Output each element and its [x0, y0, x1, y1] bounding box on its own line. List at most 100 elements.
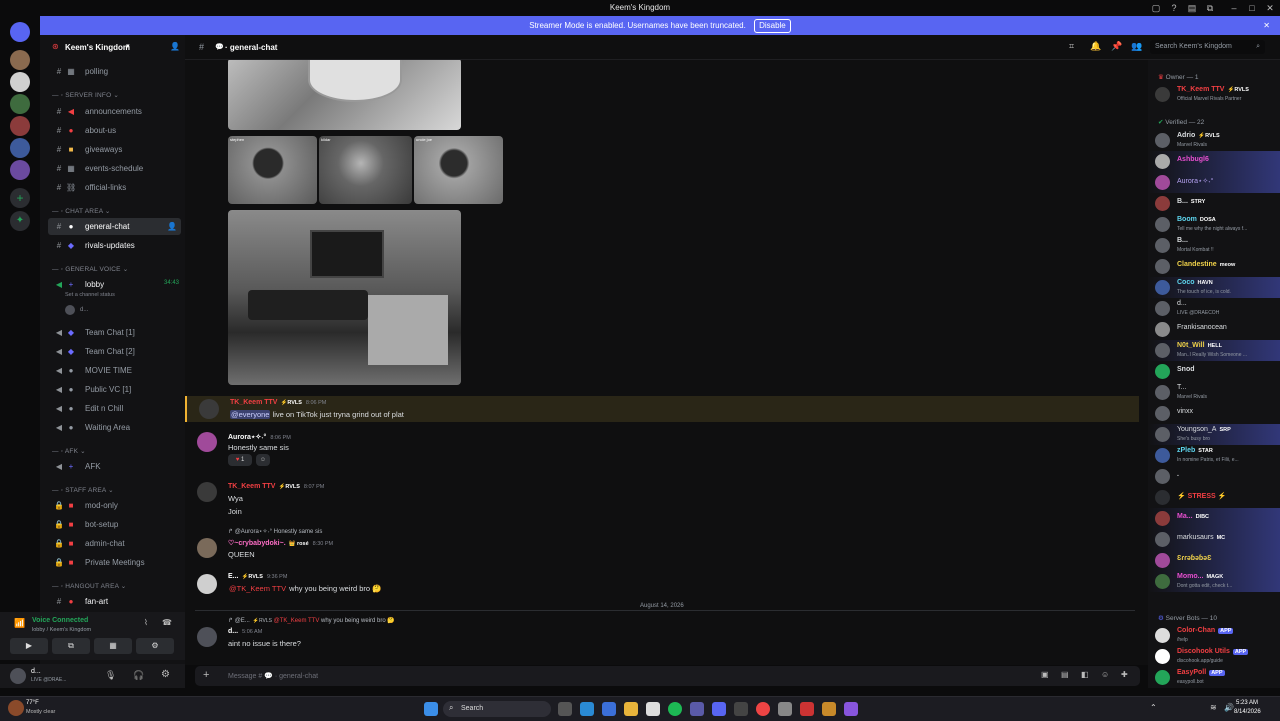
spotify-icon[interactable]	[668, 702, 682, 716]
channel-polling[interactable]: # ▦ polling	[40, 63, 185, 80]
category-chat-area[interactable]: — ◦ CHAT AREA ⌄	[52, 207, 111, 215]
webcam-image[interactable]: uncle joe	[414, 136, 503, 204]
member-item[interactable]: Color-Chan APP/help	[1148, 625, 1280, 646]
mention[interactable]: @TK_Keem TTV	[228, 584, 287, 593]
channel-bot-setup[interactable]: 🔒 ■ bot-setup	[40, 516, 185, 533]
notification-bell-icon[interactable]: 🔔	[1090, 41, 1101, 52]
settings-gear-icon[interactable]	[778, 702, 792, 716]
channel-events-schedule[interactable]: # ▦ events-schedule	[40, 160, 185, 177]
voice-location[interactable]: lobby / Keem's Kingdom	[32, 627, 91, 633]
member-item[interactable]: Frankisanocean	[1148, 319, 1280, 340]
member-item[interactable]: vinxx	[1148, 403, 1280, 424]
member-item[interactable]: Discohook Utils APP discohook.app/guide	[1148, 646, 1280, 667]
add-member-icon[interactable]: 👤	[170, 42, 180, 51]
server-icon[interactable]	[10, 160, 30, 180]
avatar[interactable]	[199, 399, 219, 419]
webcam-image[interactable]: stephen	[228, 136, 317, 204]
category-afk[interactable]: — ◦ AFK ⌄	[52, 447, 86, 455]
pin-icon[interactable]: 📌	[1111, 41, 1122, 52]
member-item[interactable]: Adrio ⚡RVLS Marvel Rivals	[1148, 130, 1280, 151]
windows-start-icon[interactable]	[424, 702, 438, 716]
chat-message[interactable]: TK_Keem TTV ⚡RVLS 8:07 PM Wya Join	[185, 480, 1137, 516]
mention[interactable]: @everyone	[230, 410, 271, 419]
wifi-icon[interactable]: ≋	[1210, 703, 1217, 712]
gif-icon[interactable]: ▤	[1061, 670, 1069, 679]
chat-message[interactable]: E... ⚡RVLS 9:36 PM @TK_Keem TTV why you be…	[185, 572, 1137, 598]
edge-icon[interactable]	[580, 702, 594, 716]
volume-icon[interactable]: 🔊	[1224, 703, 1234, 712]
plus-icon[interactable]: +	[203, 669, 209, 681]
reply-preview[interactable]: ↱ @E... ⚡RVLS @TK_Keem TTV why you being …	[228, 617, 395, 624]
help-icon[interactable]: ?	[1168, 2, 1180, 14]
member-item[interactable]: Coco HAVN The touch of ice, is cold.	[1148, 277, 1280, 298]
headphones-icon[interactable]: 🎧	[133, 670, 144, 681]
reply-preview[interactable]: ↱ @Aurora⋆✧˖° Honestly same sis	[228, 528, 322, 535]
calculator-icon[interactable]	[690, 702, 704, 716]
apps-icon[interactable]: ✚	[1121, 670, 1128, 679]
soundboard-button[interactable]: ⚙	[136, 638, 174, 654]
channel-about-us[interactable]: # ● about-us	[40, 122, 185, 139]
avatar[interactable]	[197, 538, 217, 558]
reaction-heart[interactable]: ♥ 1	[228, 454, 252, 466]
avatar[interactable]	[197, 627, 217, 647]
disable-button[interactable]: Disable	[754, 19, 791, 33]
chat-message[interactable]: Aurora⋆✧˖° 8:06 PM Honestly same sis ♥ 1 …	[185, 430, 1137, 470]
discover-icon[interactable]: ✦	[10, 211, 30, 231]
avatar[interactable]	[197, 482, 217, 502]
user-name[interactable]: d...	[31, 668, 41, 675]
member-item[interactable]: markusaurs MC	[1148, 529, 1280, 550]
tray-chevron-icon[interactable]: ⌃	[1150, 703, 1157, 712]
image-attachment[interactable]	[228, 210, 461, 385]
channel-private-meetings[interactable]: 🔒 ■ Private Meetings	[40, 554, 185, 571]
server-icon[interactable]	[10, 116, 30, 136]
channel-general-chat[interactable]: # ● general-chat 👤	[48, 218, 181, 235]
app-icon[interactable]	[822, 702, 836, 716]
message-input[interactable]: Message # 💬 · general-chat	[228, 672, 318, 680]
message-author[interactable]: TK_Keem TTV ⚡RVLS 8:06 PM	[230, 399, 326, 406]
message-author[interactable]: TK_Keem TTV ⚡RVLS 8:07 PM	[228, 483, 324, 490]
settings-gear-icon[interactable]: ⚙	[161, 669, 170, 680]
add-member-icon[interactable]: 👤	[167, 222, 177, 231]
noise-suppression-icon[interactable]: ⌇	[144, 618, 148, 627]
close-icon[interactable]: ✕	[1263, 16, 1270, 35]
category-general-voice[interactable]: — ◦ GENERAL VOICE ⌄	[52, 265, 128, 273]
message-author[interactable]: Aurora⋆✧˖° 8:06 PM	[228, 433, 291, 441]
voice-channel-public-vc-1[interactable]: ◀ ● Public VC [1]	[40, 381, 185, 398]
channel-announcements[interactable]: # ◀ announcements	[40, 103, 185, 120]
file-explorer-icon[interactable]	[624, 702, 638, 716]
chat-message[interactable]: ↱ @E... ⚡RVLS @TK_Keem TTV why you being …	[185, 617, 1137, 651]
screen-share-button[interactable]: ⧉	[52, 638, 90, 654]
maximize-button[interactable]: □	[1246, 2, 1258, 14]
notes-icon[interactable]: ▤	[1186, 2, 1198, 14]
member-item[interactable]: .	[1148, 466, 1280, 487]
channel-admin-chat[interactable]: 🔒 ■ admin-chat	[40, 535, 185, 552]
channel-official-links[interactable]: # ⛓ official-links	[40, 179, 185, 196]
member-item[interactable]: T... Marvel Rivals	[1148, 382, 1280, 403]
member-item[interactable]: Ashbugl6	[1148, 151, 1280, 172]
member-item[interactable]: ⚡ STRESS ⚡	[1148, 487, 1280, 508]
sticker-icon[interactable]: ◧	[1081, 670, 1089, 679]
activities-button[interactable]: ▦	[94, 638, 132, 654]
clock-time[interactable]: 5:23 AM	[1236, 700, 1258, 706]
channel-mod-only[interactable]: 🔒 ■ mod-only	[40, 497, 185, 514]
discord-icon[interactable]	[712, 702, 726, 716]
member-item[interactable]: B... STRY	[1148, 193, 1280, 214]
voice-channel-movie-time[interactable]: ◀ ● MOVIE TIME	[40, 362, 185, 379]
server-icon[interactable]	[10, 94, 30, 114]
search-input[interactable]: Search Keem's Kingdom ⌕	[1150, 40, 1265, 54]
new-window-icon[interactable]: ⧉	[1204, 2, 1216, 14]
member-item[interactable]: B... Mortal Kombat !!	[1148, 235, 1280, 256]
server-icon[interactable]	[10, 72, 30, 92]
member-item[interactable]: ƐɾɾǝɓǝɓǝƐ	[1148, 550, 1280, 571]
app-icon[interactable]	[800, 702, 814, 716]
minimize-button[interactable]: –	[1228, 2, 1240, 14]
member-item[interactable]: Aurora⋆✧˖°	[1148, 172, 1280, 193]
weather-icon[interactable]	[8, 700, 24, 716]
chat-message[interactable]: ↱ @Aurora⋆✧˖° Honestly same sis ♡~crybab…	[185, 528, 1137, 560]
member-list-icon[interactable]: 👥	[1131, 41, 1142, 52]
app-icon[interactable]	[844, 702, 858, 716]
chrome-icon[interactable]	[756, 702, 770, 716]
member-item[interactable]: Boom DOSA Tell me why the night always f..…	[1148, 214, 1280, 235]
category-staff-area[interactable]: — ◦ STAFF AREA ⌄	[52, 486, 114, 494]
message-author[interactable]: d... 5:06 AM	[228, 628, 262, 635]
